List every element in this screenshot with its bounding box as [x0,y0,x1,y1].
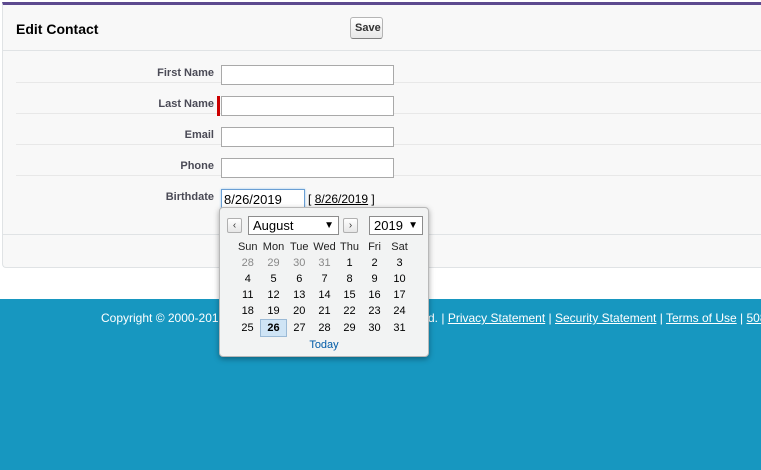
weekday-label: Fri [368,241,381,253]
email-row: Email [16,113,761,147]
calendar-week-row: 28 29 30 31 1 2 3 [235,255,412,271]
calendar-day[interactable]: 22 [337,303,362,320]
calendar-day[interactable]: 10 [387,271,412,287]
calendar-day[interactable]: 1 [337,255,362,271]
year-select-value: 2019 [374,218,403,233]
last-name-label: Last Name [158,98,214,110]
calendar-day[interactable]: 14 [312,287,337,303]
panel-header: Edit Contact Save [3,5,761,51]
security-statement-link[interactable]: Security Statement [555,311,656,325]
calendar-day[interactable]: 28 [312,320,337,337]
calendar-day[interactable]: 8 [337,271,362,287]
footer-separator: | [659,311,663,325]
save-button[interactable]: Save [350,17,383,39]
last-name-row: Last Name [16,82,761,116]
first-name-label: First Name [157,67,214,79]
terms-of-use-link[interactable]: Terms of Use [666,311,737,325]
birthdate-row: Birthdate [ 8/26/2019 ] [16,175,761,209]
month-select[interactable]: August ▼ [248,216,339,235]
weekday-label: Tue [289,241,309,253]
privacy-statement-link[interactable]: Privacy Statement [448,311,545,325]
first-name-row: First Name [16,51,761,85]
phone-label: Phone [180,160,214,172]
footer-separator: | [548,311,552,325]
calendar-day[interactable]: 6 [287,271,313,287]
calendar-day[interactable]: 13 [287,287,313,303]
today-button[interactable]: Today [220,339,428,351]
footer-links: d. | Privacy Statement | Security Statem… [428,311,761,325]
calendar-week-row: 25 26 27 28 29 30 31 [235,319,412,337]
calendar-grid: Sun Mon Tue Wed Thu Fri Sat 28 29 30 31 1 2 3 4 5 6 7 8 9 1… [235,239,413,337]
footer-separator: | [740,311,744,325]
section-508-link[interactable]: 508 [746,311,761,325]
calendar-day[interactable]: 15 [337,287,362,303]
weekday-label: Mon [262,241,285,253]
weekday-label: Sun [237,241,258,253]
bracket-open: [ [308,192,312,206]
calendar-day[interactable]: 19 [261,303,287,320]
calendar-week-row: 11 12 13 14 15 16 17 [235,287,412,303]
calendar-day[interactable]: 17 [387,287,412,303]
today-date-link[interactable]: 8/26/2019 [315,192,368,206]
calendar-day[interactable]: 24 [387,303,412,320]
calendar-day[interactable]: 9 [362,271,387,287]
calendar-week-row: 18 19 20 21 22 23 24 [235,303,412,320]
calendar-day[interactable]: 3 [387,255,412,271]
email-label: Email [184,129,214,141]
calendar-day[interactable]: 4 [235,271,261,287]
birthdate-input[interactable] [221,189,305,209]
phone-row: Phone [16,144,761,178]
calendar-day[interactable]: 12 [261,287,287,303]
calendar-day[interactable]: 31 [312,255,337,271]
calendar-day[interactable]: 5 [261,271,287,287]
calendar-day[interactable]: 11 [235,287,261,303]
dropdown-caret-icon: ▼ [324,220,334,231]
weekday-header-row: Sun Mon Tue Wed Thu Fri Sat [235,239,412,255]
calendar-day[interactable]: 30 [362,320,387,337]
calendar-day[interactable]: 2 [362,255,387,271]
calendar-day[interactable]: 29 [261,255,287,271]
calendar-day[interactable]: 18 [235,303,261,320]
calendar-day[interactable]: 7 [312,271,337,287]
chevron-left-icon[interactable]: ‹ [227,218,242,233]
weekday-label: Wed [313,241,336,253]
calendar-day[interactable]: 28 [235,255,261,271]
copyright-text: Copyright © 2000-201 [101,311,219,325]
year-select[interactable]: 2019 ▼ [369,216,423,235]
dropdown-caret-icon: ▼ [408,220,418,231]
calendar-day[interactable]: 21 [312,303,337,320]
calendar-day[interactable]: 25 [235,320,261,337]
calendar-week-row: 4 5 6 7 8 9 10 [235,271,412,287]
calendar-day[interactable]: 30 [287,255,313,271]
calendar-day-selected[interactable]: 26 [260,319,287,337]
weekday-label: Thu [340,241,359,253]
page-title: Edit Contact [16,21,99,37]
calendar-day[interactable]: 16 [362,287,387,303]
date-picker-popup: ‹ August ▼ › 2019 ▼ Sun Mon Tue Wed Thu Fri Sa… [219,207,429,357]
calendar-day[interactable]: 27 [287,320,313,337]
calendar-day[interactable]: 20 [287,303,313,320]
calendar-day[interactable]: 31 [387,320,412,337]
today-date-link-wrapper: [ 8/26/2019 ] [308,192,375,206]
footer-partial-text: d. | [428,311,445,325]
birthdate-label: Birthdate [165,191,214,203]
calendar-day[interactable]: 23 [362,303,387,320]
calendar-day[interactable]: 29 [337,320,362,337]
bracket-close: ] [371,192,375,206]
chevron-right-icon[interactable]: › [343,218,358,233]
month-select-value: August [253,218,294,233]
weekday-label: Sat [391,241,408,253]
